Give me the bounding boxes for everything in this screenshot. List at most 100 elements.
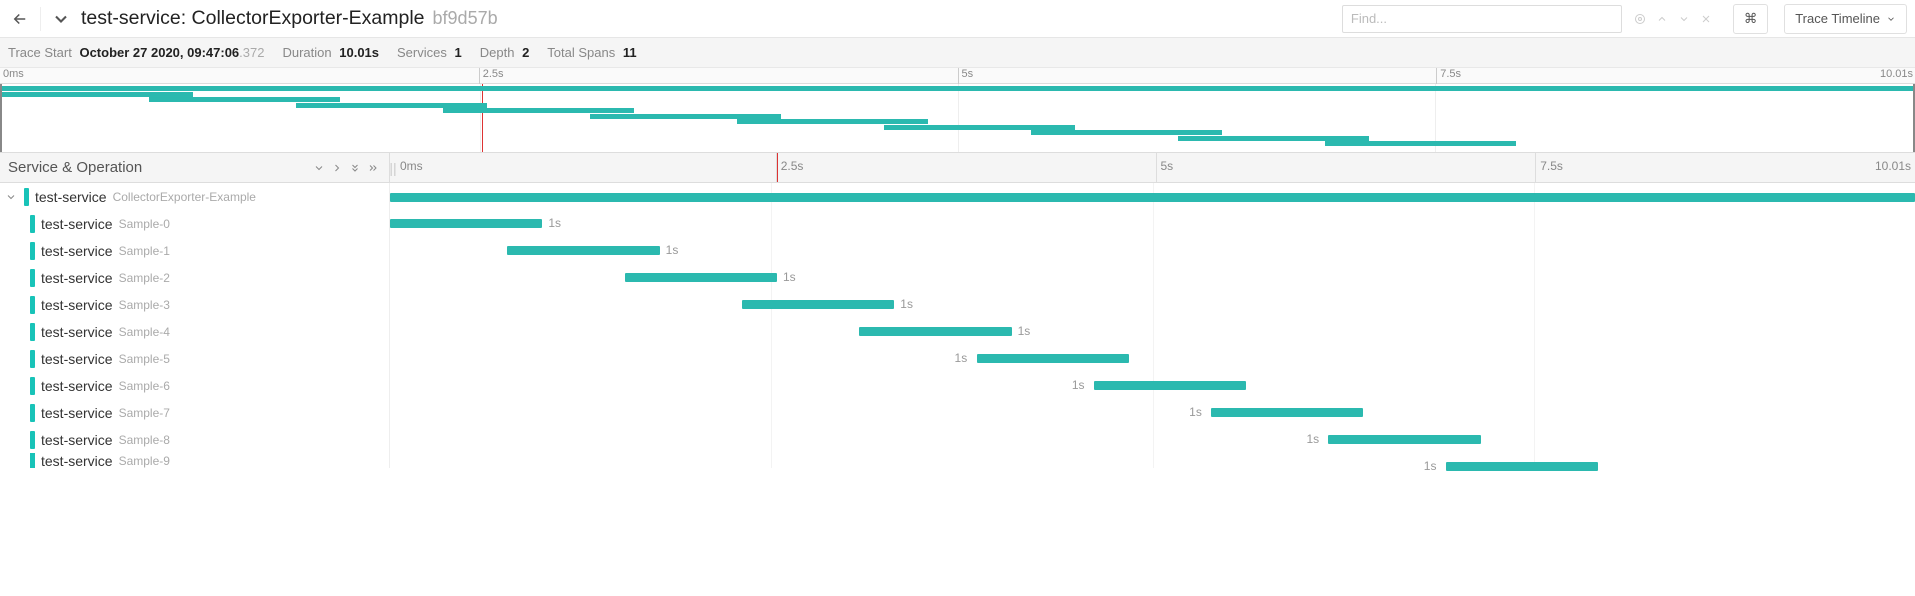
service-color-marker bbox=[30, 431, 35, 449]
span-row[interactable]: test-serviceSample-41s bbox=[0, 318, 1915, 345]
divider bbox=[40, 7, 41, 31]
row-gridline bbox=[1153, 210, 1154, 237]
minimap-tick: 2.5s bbox=[479, 68, 504, 84]
minimap-span-bar bbox=[737, 119, 928, 124]
row-gridline bbox=[1534, 237, 1535, 264]
span-bar[interactable] bbox=[1211, 408, 1363, 417]
minimap-span-bar bbox=[2, 86, 1913, 91]
span-row-left: test-serviceSample-3 bbox=[0, 291, 390, 318]
columns-header: Service & Operation || 0ms2.5s5s7.5s10.0… bbox=[0, 153, 1915, 183]
expand-all-icon[interactable] bbox=[365, 160, 381, 176]
next-result-icon[interactable] bbox=[1673, 5, 1695, 33]
span-row[interactable]: test-serviceSample-51s bbox=[0, 345, 1915, 372]
row-gridline bbox=[1534, 399, 1535, 426]
expand-one-icon[interactable] bbox=[329, 160, 345, 176]
span-bar[interactable] bbox=[1446, 462, 1598, 471]
row-gridline bbox=[1153, 264, 1154, 291]
operation-name: Sample-7 bbox=[119, 406, 170, 420]
back-button[interactable] bbox=[8, 7, 32, 31]
span-row[interactable]: test-serviceSample-01s bbox=[0, 210, 1915, 237]
span-row-left: test-serviceSample-2 bbox=[0, 264, 390, 291]
span-row[interactable]: test-serviceSample-61s bbox=[0, 372, 1915, 399]
expand-row-icon[interactable] bbox=[4, 191, 18, 203]
collapse-all-icon[interactable] bbox=[347, 160, 363, 176]
span-row-left: test-serviceSample-4 bbox=[0, 318, 390, 345]
span-duration-label: 1s bbox=[955, 351, 968, 365]
trace-id: bf9d57b bbox=[433, 8, 498, 29]
operation-name: Sample-4 bbox=[119, 325, 170, 339]
row-gridline bbox=[771, 399, 772, 426]
service-color-marker bbox=[24, 188, 29, 206]
span-bar[interactable] bbox=[859, 327, 1011, 336]
service-operation-header: Service & Operation bbox=[0, 153, 390, 182]
minimap-span-bar bbox=[590, 114, 781, 119]
row-gridline bbox=[771, 345, 772, 372]
row-gridline bbox=[1534, 210, 1535, 237]
span-row-left: test-serviceSample-8 bbox=[0, 426, 390, 453]
minimap-span-bar bbox=[149, 97, 340, 102]
collapse-one-icon[interactable] bbox=[311, 160, 327, 176]
span-row-left: test-serviceSample-6 bbox=[0, 372, 390, 399]
span-row[interactable]: test-serviceSample-81s bbox=[0, 426, 1915, 453]
timeline-header: 0ms2.5s5s7.5s10.01s bbox=[396, 153, 1915, 182]
span-row[interactable]: test-serviceCollectorExporter-Example bbox=[0, 183, 1915, 210]
service-name: test-service bbox=[41, 243, 113, 259]
operation-name: Sample-5 bbox=[119, 352, 170, 366]
service-color-marker bbox=[30, 296, 35, 314]
span-row-timeline: 1s bbox=[390, 291, 1915, 318]
span-row[interactable]: test-serviceSample-21s bbox=[0, 264, 1915, 291]
span-bar[interactable] bbox=[390, 219, 542, 228]
span-row-timeline: 1s bbox=[390, 426, 1915, 453]
span-row[interactable]: test-serviceSample-31s bbox=[0, 291, 1915, 318]
minimap-cursor[interactable] bbox=[482, 84, 483, 152]
service-color-marker bbox=[30, 350, 35, 368]
operation-name: Sample-8 bbox=[119, 433, 170, 447]
span-bar[interactable] bbox=[1094, 381, 1246, 390]
span-row-timeline: 1s bbox=[390, 237, 1915, 264]
minimap-span-bar bbox=[884, 125, 1075, 130]
span-row[interactable]: test-serviceSample-11s bbox=[0, 237, 1915, 264]
prev-result-icon[interactable] bbox=[1651, 5, 1673, 33]
stat-trace-start: Trace Start October 27 2020, 09:47:06.37… bbox=[8, 45, 264, 60]
service-name: test-service bbox=[41, 405, 113, 421]
span-row-timeline: 1s bbox=[390, 210, 1915, 237]
span-row-timeline: 1s bbox=[390, 372, 1915, 399]
row-gridline bbox=[1153, 399, 1154, 426]
minimap-span-bar bbox=[296, 103, 487, 108]
keyboard-shortcuts-button[interactable]: ⌘ bbox=[1733, 4, 1768, 34]
span-row[interactable]: test-serviceSample-91s bbox=[0, 453, 1915, 468]
tree-controls bbox=[311, 160, 381, 176]
timeline-tick: 0ms bbox=[396, 153, 423, 182]
minimap[interactable] bbox=[0, 84, 1915, 152]
span-bar[interactable] bbox=[1328, 435, 1480, 444]
span-bar[interactable] bbox=[390, 193, 1915, 202]
timeline-tick: 7.5s bbox=[1535, 153, 1563, 182]
span-duration-label: 1s bbox=[548, 216, 561, 230]
operation-name: Sample-2 bbox=[119, 271, 170, 285]
service-color-marker bbox=[30, 242, 35, 260]
service-color-marker bbox=[30, 215, 35, 233]
top-bar: test-service: CollectorExporter-Example … bbox=[0, 0, 1915, 38]
locate-icon[interactable] bbox=[1629, 5, 1651, 33]
row-gridline bbox=[1534, 426, 1535, 453]
find-input[interactable] bbox=[1342, 5, 1622, 33]
span-bar[interactable] bbox=[507, 246, 659, 255]
span-row[interactable]: test-service Sample-7 1s bbox=[0, 399, 1915, 426]
row-gridline bbox=[1534, 264, 1535, 291]
service-color-marker bbox=[30, 377, 35, 395]
row-gridline bbox=[1534, 345, 1535, 372]
row-gridline bbox=[1534, 318, 1535, 345]
view-mode-dropdown[interactable]: Trace Timeline bbox=[1784, 4, 1907, 34]
operation-name: Sample-3 bbox=[119, 298, 170, 312]
span-bar[interactable] bbox=[625, 273, 777, 282]
clear-find-icon[interactable] bbox=[1695, 5, 1717, 33]
span-row-timeline: 1s bbox=[390, 264, 1915, 291]
span-bar[interactable] bbox=[742, 300, 894, 309]
span-row-timeline: 1s bbox=[390, 399, 1915, 426]
timeline-cursor[interactable] bbox=[777, 153, 778, 182]
minimap-tick: 7.5s bbox=[1436, 68, 1461, 84]
span-bar[interactable] bbox=[977, 354, 1129, 363]
collapse-trace-button[interactable] bbox=[49, 7, 73, 31]
stat-duration: Duration 10.01s bbox=[282, 45, 379, 60]
span-row-timeline bbox=[390, 183, 1915, 210]
